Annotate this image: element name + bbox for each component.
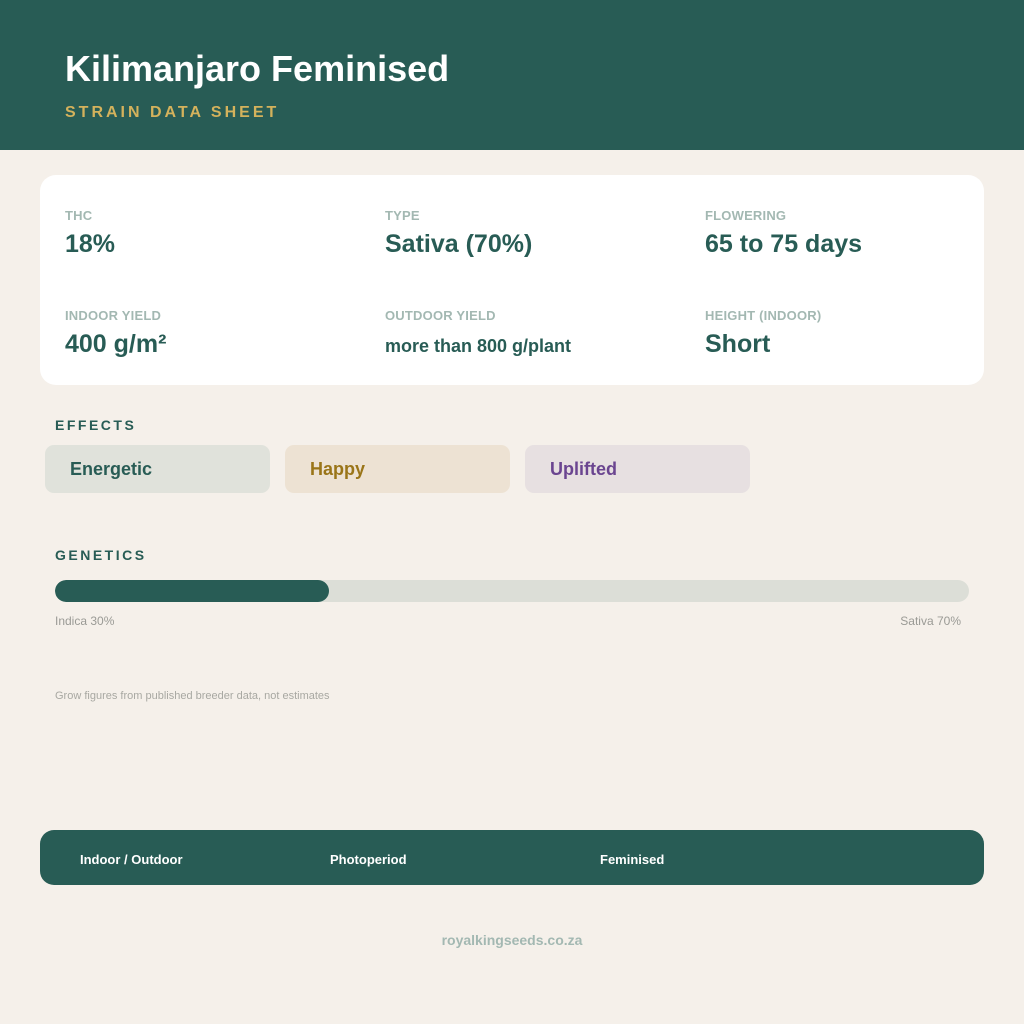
stat-indoor-yield: INDOOR YIELD 400 g/m² [65, 308, 166, 359]
stat-label: TYPE [385, 208, 420, 223]
tag-indoor-outdoor: Indoor / Outdoor [80, 852, 183, 867]
website-link[interactable]: royalkingseeds.co.za [0, 932, 1024, 948]
tag-feminised: Feminised [600, 852, 665, 867]
header: Kilimanjaro Feminised STRAIN DATA SHEET [0, 0, 1024, 150]
stat-label: HEIGHT (INDOOR) [705, 308, 822, 323]
stat-label: THC [65, 208, 93, 223]
stat-label: INDOOR YIELD [65, 308, 162, 323]
sativa-label: Sativa 70% [900, 614, 961, 628]
effect-chip-uplifted: Uplifted [525, 445, 750, 493]
stat-label: OUTDOOR YIELD [385, 308, 496, 323]
stats-card: THC 18% TYPE Sativa (70%) FLOWERING 65 t… [40, 175, 984, 385]
genetics-bar [55, 580, 969, 602]
stat-value: more than 800 g/plant [385, 336, 572, 356]
page-title: Kilimanjaro Feminised [65, 48, 450, 89]
genetics-title: GENETICS [55, 547, 147, 563]
page-subtitle: STRAIN DATA SHEET [65, 104, 280, 121]
stat-flowering: FLOWERING 65 to 75 days [705, 208, 862, 259]
stat-thc: THC 18% [65, 208, 115, 259]
stat-outdoor-yield: OUTDOOR YIELD more than 800 g/plant [385, 308, 571, 357]
footnote: Grow figures from published breeder data… [55, 690, 330, 702]
footer-tag-bar: Indoor / Outdoor Photoperiod Feminised [40, 830, 984, 885]
stat-value: Sativa (70%) [385, 230, 533, 258]
stat-value: 65 to 75 days [705, 230, 863, 258]
stat-value: 18% [65, 230, 116, 258]
stat-height: HEIGHT (INDOOR) Short [705, 308, 821, 359]
effect-chip-energetic: Energetic [45, 445, 270, 493]
indica-label: Indica 30% [55, 614, 115, 628]
stat-value: Short [705, 330, 771, 358]
genetics-bar-fill [55, 580, 330, 602]
stat-label: FLOWERING [705, 208, 787, 223]
effects-title: EFFECTS [55, 417, 137, 433]
tag-photoperiod: Photoperiod [330, 852, 407, 867]
stat-type: TYPE Sativa (70%) [385, 208, 532, 259]
effect-chip-happy: Happy [285, 445, 510, 493]
stat-value: 400 g/m² [65, 330, 167, 358]
